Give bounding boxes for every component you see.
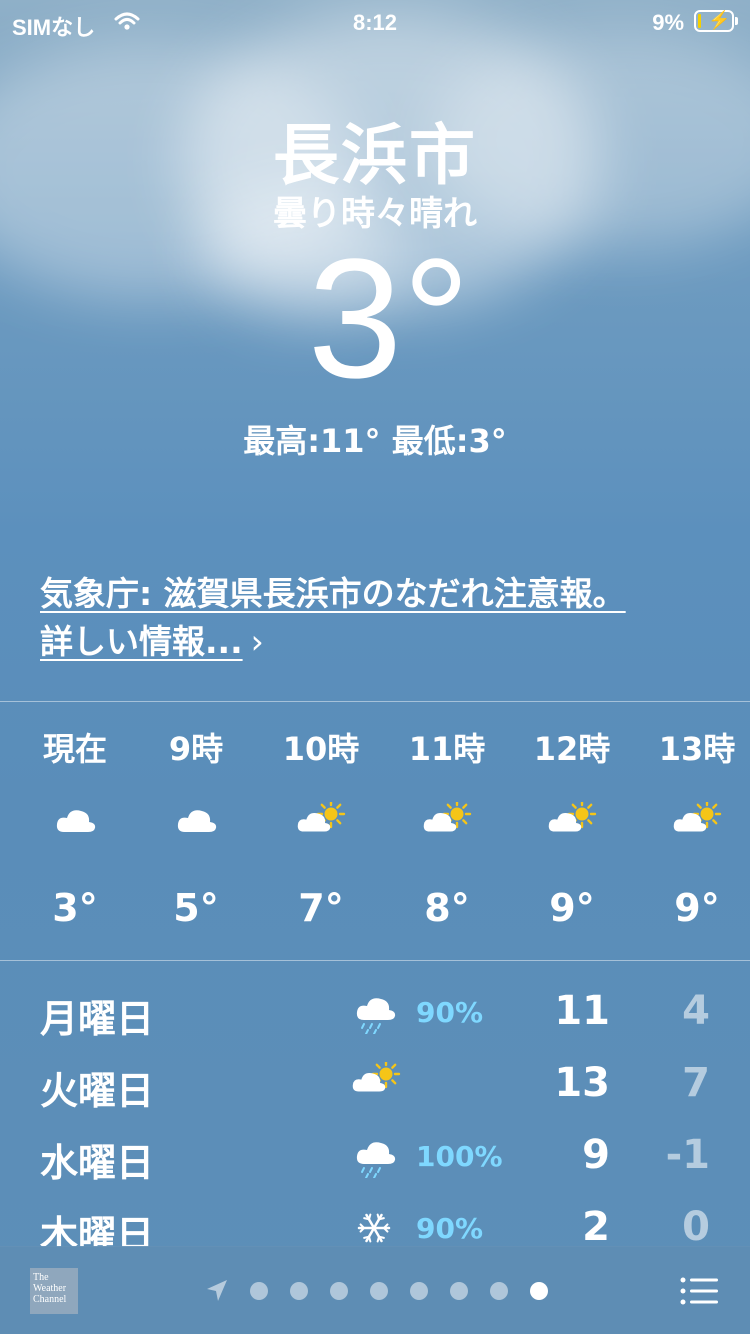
page-dot[interactable] [530,1282,548,1300]
alert-more-link[interactable]: 詳しい情報... [40,622,243,661]
daily-low: 0 [682,1204,710,1247]
hourly-time: 9時 [168,730,224,768]
daily-high: 13 [554,1060,610,1106]
page-dot[interactable] [290,1282,308,1300]
current-temperature: 3° [307,224,471,414]
hourly-temp: 9° [549,886,595,930]
weather-alert-link[interactable]: 気象庁: 滋賀県長浜市のなだれ注意報。 詳しい情報... › [40,570,720,666]
daily-high: 9 [582,1132,610,1178]
daily-low: -1 [665,1132,710,1178]
hourly-forecast[interactable]: 現在 3° 9時 5° 10時 7° 11時 8° 12時 9° 13時 9° [0,702,750,960]
daily-precip-chance: 90% [416,1212,484,1245]
daily-high: 11 [554,988,610,1034]
hourly-temp: 7° [298,886,344,930]
weather-channel-logo[interactable]: The Weather Channel [30,1268,78,1314]
partly-sunny-icon [548,799,598,838]
page-dot[interactable] [370,1282,388,1300]
daily-day: 月曜日 [40,997,155,1041]
battery-icon: ⚡ [694,10,734,32]
battery-percent: 9% [652,10,684,35]
cloud-icon [172,802,222,838]
daily-precip-chance: 100% [416,1140,503,1173]
location-arrow-icon[interactable] [204,1276,230,1306]
rain-icon [352,1134,402,1179]
status-bar: SIMなし 8:12 9% ⚡ [0,0,750,44]
daily-row: 水曜日 100% 9 -1 [0,1114,750,1186]
charging-bolt-icon: ⚡ [708,10,731,30]
page-dot[interactable] [450,1282,468,1300]
alert-text[interactable]: 気象庁: 滋賀県長浜市のなだれ注意報。 [40,574,626,613]
hourly-time: 現在 [42,730,107,768]
page-dot[interactable] [330,1282,348,1300]
status-time: 8:12 [352,10,398,35]
city-name: 長浜市 [273,117,477,194]
battery-tip [735,17,738,25]
divider-middle [0,960,750,961]
hourly-time: 11時 [408,730,486,768]
page-dot[interactable] [410,1282,428,1300]
daily-row: 火曜日 13 7 [0,1042,750,1114]
page-indicator[interactable] [200,1276,560,1306]
hourly-time: 12時 [533,730,611,768]
partly-sunny-icon [673,799,723,838]
hourly-temp: 9° [674,886,720,930]
rain-icon [352,990,402,1035]
partly-sunny-icon [352,1059,402,1106]
daily-day: 水曜日 [40,1141,155,1185]
daily-low: 7 [682,1060,710,1106]
hourly-time: 13時 [658,730,736,768]
daily-high: 2 [582,1204,610,1247]
cloud-icon [51,802,101,838]
hourly-temp: 5° [173,886,219,930]
daily-precip-chance: 90% [416,996,484,1029]
hi-lo-temperature: 最高:11° 最低:3° [243,422,507,460]
daily-row: 月曜日 90% 11 4 [0,970,750,1042]
hourly-temp: 3° [52,886,98,930]
list-icon[interactable] [680,1276,718,1306]
daily-forecast[interactable]: 月曜日 90% 11 4 火曜日 13 7 水曜日 100% 9 -1 木曜日 90%… [0,962,750,1247]
snowflake-icon [352,1206,402,1247]
chevron-right-icon[interactable]: › [251,618,264,666]
daily-low: 4 [682,988,710,1034]
daily-row: 木曜日 90% 2 0 [0,1186,750,1247]
page-dot[interactable] [250,1282,268,1300]
page-dot[interactable] [490,1282,508,1300]
bottom-toolbar: The Weather Channel [0,1246,750,1334]
partly-sunny-icon [423,799,473,838]
partly-sunny-icon [297,799,347,838]
daily-day: 木曜日 [40,1213,155,1247]
battery-level [698,14,701,28]
daily-day: 火曜日 [40,1069,155,1113]
hourly-time: 10時 [282,730,360,768]
hourly-temp: 8° [424,886,470,930]
